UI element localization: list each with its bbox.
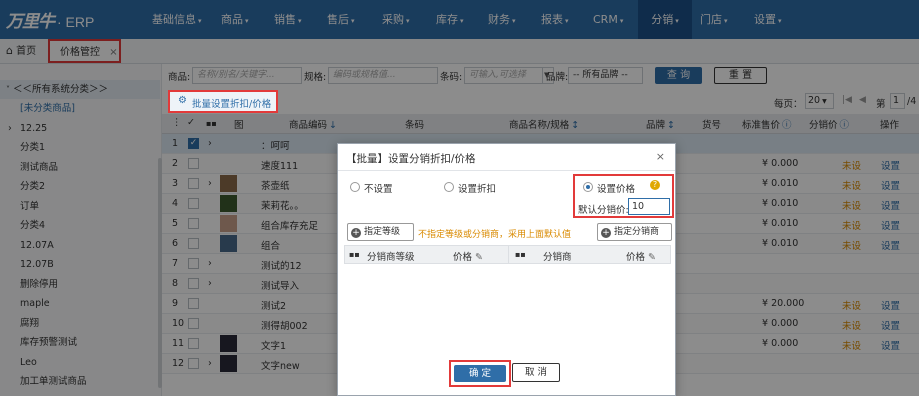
specify-distributor-button[interactable]: + 指定分销商 [597,223,672,241]
radio-none[interactable] [350,182,360,192]
radio-price[interactable] [583,182,593,192]
grid-divider [508,245,509,264]
grid-icon: ▪▪ [349,250,360,259]
radio-discount-label: 设置折扣 [458,184,497,195]
help-icon[interactable]: ? [650,180,660,190]
grid-col-level: 分销商等级 [367,252,415,263]
grid-col-price2: 价格 ✎ [626,252,656,263]
confirm-highlight: 确 定 [449,360,511,387]
plus-icon: + [351,228,361,238]
price-option-group: 设置价格 ? 默认分销价: 10 [573,174,674,218]
close-icon[interactable]: × [656,150,665,163]
radio-none-label: 不设置 [364,184,393,195]
grid-col-dist: 分销商 [543,252,572,263]
edit-icon: ✎ [648,252,656,263]
grid-col-price: 价格 ✎ [453,252,483,263]
batch-set-button-highlight[interactable]: ⚙ 批量设置折扣/价格 [168,90,278,113]
edit-icon: ✎ [475,252,483,263]
batch-price-dialog: 【批量】设置分销折扣/价格 × 不设置 设置折扣 设置价格 ? 默认分销价: 1… [337,143,676,396]
confirm-button[interactable]: 确 定 [454,365,506,382]
gear-icon: ⚙ [178,95,187,106]
dialog-header: 【批量】设置分销折扣/价格 × [338,144,675,171]
plus-icon: + [601,228,611,238]
cancel-button[interactable]: 取 消 [512,363,560,382]
default-price-label: 默认分销价: [578,205,629,216]
dialog-hint: 不指定等级或分销商，采用上面默认值 [418,230,572,240]
dialog-grid-header: ▪▪ 分销商等级 价格 ✎ ▪▪ 分销商 价格 ✎ [344,245,671,264]
radio-price-label: 设置价格 [597,184,636,195]
radio-discount[interactable] [444,182,454,192]
default-price-input[interactable]: 10 [628,198,670,215]
dialog-title: 【批量】设置分销折扣/价格 [346,153,476,165]
grid-icon: ▪▪ [515,250,526,259]
specify-level-button[interactable]: + 指定等级 [347,223,414,241]
